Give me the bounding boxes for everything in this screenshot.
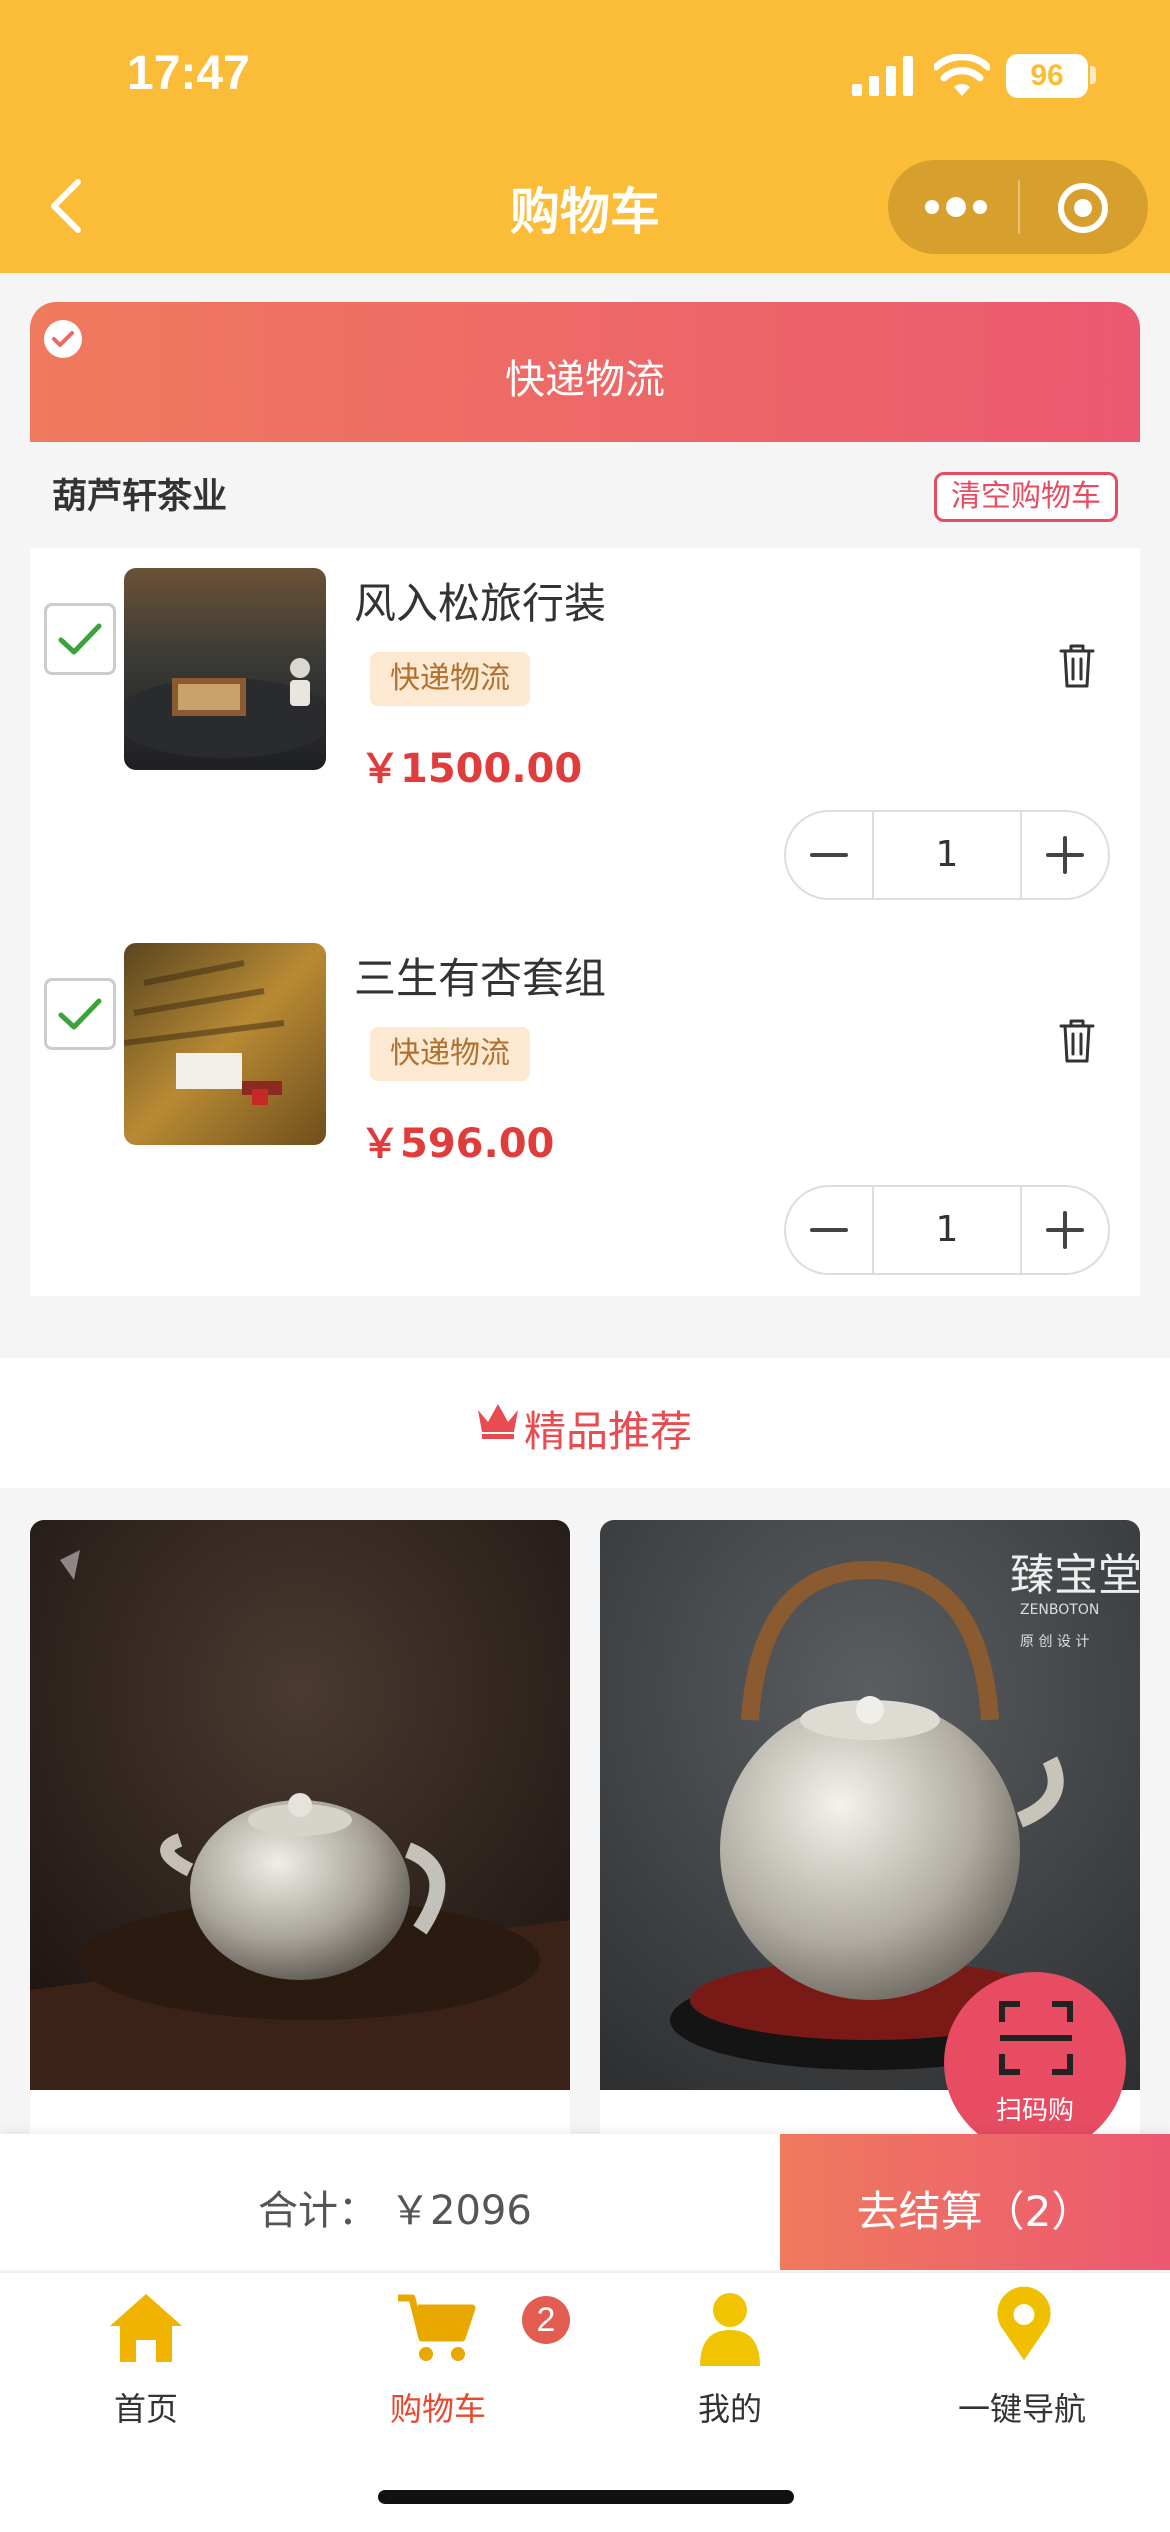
increase-quantity-button[interactable]	[1022, 1187, 1108, 1273]
item-checkbox[interactable]	[44, 603, 116, 675]
more-icon[interactable]	[924, 195, 988, 219]
product-photo-tea-travel-set	[124, 568, 326, 770]
total-label: 合计：	[258, 2188, 378, 2234]
increase-quantity-button[interactable]	[1022, 812, 1108, 898]
quantity-value[interactable]: 1	[874, 812, 1020, 898]
tab-label: 首页	[113, 2390, 178, 2428]
crown-icon	[478, 1404, 518, 1439]
battery-tip	[1090, 66, 1096, 84]
decrease-quantity-button[interactable]	[786, 812, 872, 898]
svg-text:臻宝堂: 臻宝堂	[1010, 1550, 1140, 1601]
item-price: ￥596.00	[360, 1121, 555, 1167]
scan-icon	[999, 2001, 1073, 2075]
svg-text:ZENBOTON: ZENBOTON	[1020, 1602, 1099, 1618]
quantity-value[interactable]: 1	[874, 1187, 1020, 1273]
product-image[interactable]	[124, 568, 326, 770]
check-mark-icon	[58, 623, 102, 655]
product-card[interactable]	[30, 1520, 570, 2160]
user-icon	[700, 2293, 760, 2366]
delivery-tab-label: 快递物流	[505, 357, 665, 403]
decrease-quantity-button[interactable]	[786, 1187, 872, 1273]
shop-name: 葫芦轩茶业	[52, 477, 228, 517]
tab-label: 购物车	[389, 2390, 486, 2428]
recommend-title: 精品推荐	[524, 1407, 693, 1456]
tab-label: 一键导航	[957, 2390, 1086, 2428]
capsule-divider	[1018, 180, 1020, 234]
home-icon	[110, 2294, 182, 2362]
clear-cart-button[interactable]: 清空购物车	[934, 472, 1118, 522]
item-delivery-tag: 快递物流	[370, 1027, 530, 1081]
product-photo-tea-gift-set	[124, 943, 326, 1145]
trash-icon[interactable]	[1057, 643, 1097, 689]
check-mark-icon	[58, 998, 102, 1030]
status-time: 17:47	[127, 47, 250, 100]
item-checkbox[interactable]	[44, 978, 116, 1050]
close-miniapp-icon[interactable]	[1056, 181, 1110, 235]
total-amount: ￥2096	[390, 2188, 532, 2234]
item-name: 三生有杏套组	[354, 954, 607, 1003]
item-name: 风入松旅行装	[354, 579, 607, 628]
tab-label: 我的	[697, 2390, 762, 2428]
scan-to-buy-label: 扫码购	[995, 2096, 1074, 2126]
product-image[interactable]	[124, 943, 326, 1145]
signal-icon	[852, 56, 913, 96]
cart-icon	[398, 2294, 476, 2361]
cart-count-badge: 2	[522, 2296, 570, 2344]
item-price: ￥1500.00	[360, 746, 583, 792]
trash-icon[interactable]	[1057, 1018, 1097, 1064]
item-delivery-tag: 快递物流	[370, 652, 530, 706]
checkout-button-label: 去结算（2）	[856, 2187, 1094, 2236]
wifi-icon	[934, 54, 990, 96]
product-photo-silver-teapot	[30, 1520, 570, 2090]
svg-text:原 创 设 计: 原 创 设 计	[1020, 1634, 1089, 1650]
battery-indicator: 96	[1006, 54, 1088, 98]
location-pin-icon	[997, 2286, 1051, 2361]
home-indicator	[378, 2490, 794, 2504]
